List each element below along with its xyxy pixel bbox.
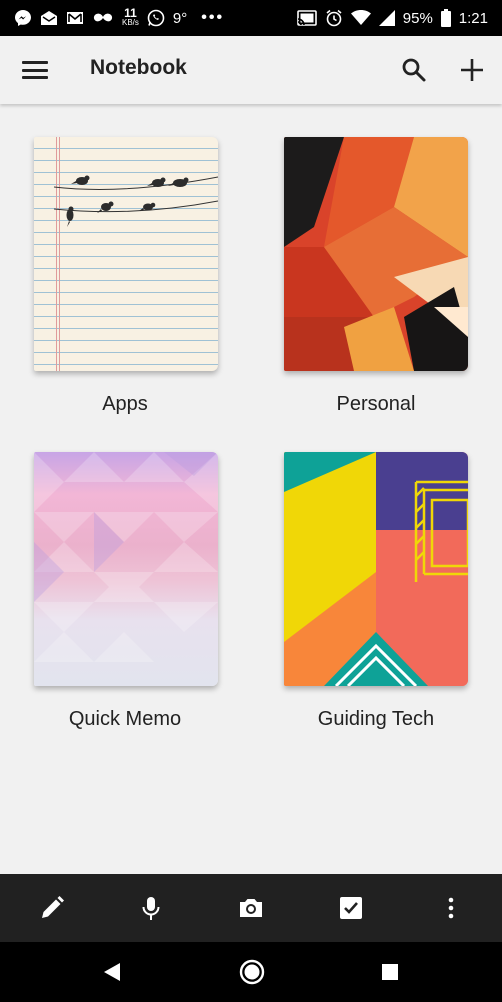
notebook-personal[interactable]: Personal <box>251 137 502 427</box>
notebook-cover-abstract <box>284 137 468 371</box>
gmail-icon <box>66 10 84 26</box>
whatsapp-icon <box>147 9 165 27</box>
checkbox-icon[interactable] <box>337 894 365 922</box>
birds-on-wire-illustration <box>53 175 218 227</box>
microphone-icon[interactable] <box>137 894 165 922</box>
notebook-apps[interactable]: Apps <box>0 137 251 427</box>
geometric-pattern <box>284 452 468 686</box>
temperature: 9° <box>172 9 188 27</box>
notebook-quick-memo[interactable]: Quick Memo <box>0 452 251 742</box>
triangle-pattern <box>34 452 218 662</box>
home-icon[interactable] <box>238 958 266 986</box>
more-vert-icon[interactable] <box>437 894 465 922</box>
pencil-icon[interactable] <box>38 894 66 922</box>
status-bar: 11 KB/s 9° ••• 95% 1:21 <box>0 0 502 36</box>
notebook-label: Guiding Tech <box>317 708 435 730</box>
menu-icon[interactable] <box>22 58 48 82</box>
notebook-cover-pink <box>34 452 218 686</box>
notebook-label: Personal <box>336 393 416 415</box>
alarm-icon <box>325 9 343 27</box>
notebook-label: Quick Memo <box>68 708 182 730</box>
network-speed: 11 KB/s <box>122 6 139 27</box>
signal-icon <box>378 10 395 26</box>
messenger-icon <box>14 9 32 27</box>
mustache-icon <box>92 12 114 24</box>
camera-icon[interactable] <box>237 894 265 922</box>
more-notifications-dots: ••• <box>201 9 225 26</box>
back-icon[interactable] <box>100 960 124 984</box>
notebook-cover-geometric <box>284 452 468 686</box>
search-icon[interactable] <box>400 56 428 84</box>
recents-icon[interactable] <box>380 962 400 982</box>
page-title: Notebook <box>90 56 187 79</box>
notebook-guiding-tech[interactable]: Guiding Tech <box>251 452 502 742</box>
cast-icon <box>296 10 317 26</box>
notebook-label: Apps <box>102 393 148 415</box>
clock: 1:21 <box>458 9 488 27</box>
mail-open-icon <box>40 9 58 27</box>
system-nav-bar <box>0 942 502 1002</box>
notebook-cover-lined <box>34 137 218 371</box>
bottom-toolbar <box>0 874 502 942</box>
add-icon[interactable] <box>458 56 486 84</box>
abstract-painting <box>284 137 468 371</box>
wifi-icon <box>350 10 371 26</box>
battery-icon <box>440 9 451 27</box>
battery-percent: 95% <box>402 9 433 27</box>
app-bar: Notebook <box>0 36 502 104</box>
